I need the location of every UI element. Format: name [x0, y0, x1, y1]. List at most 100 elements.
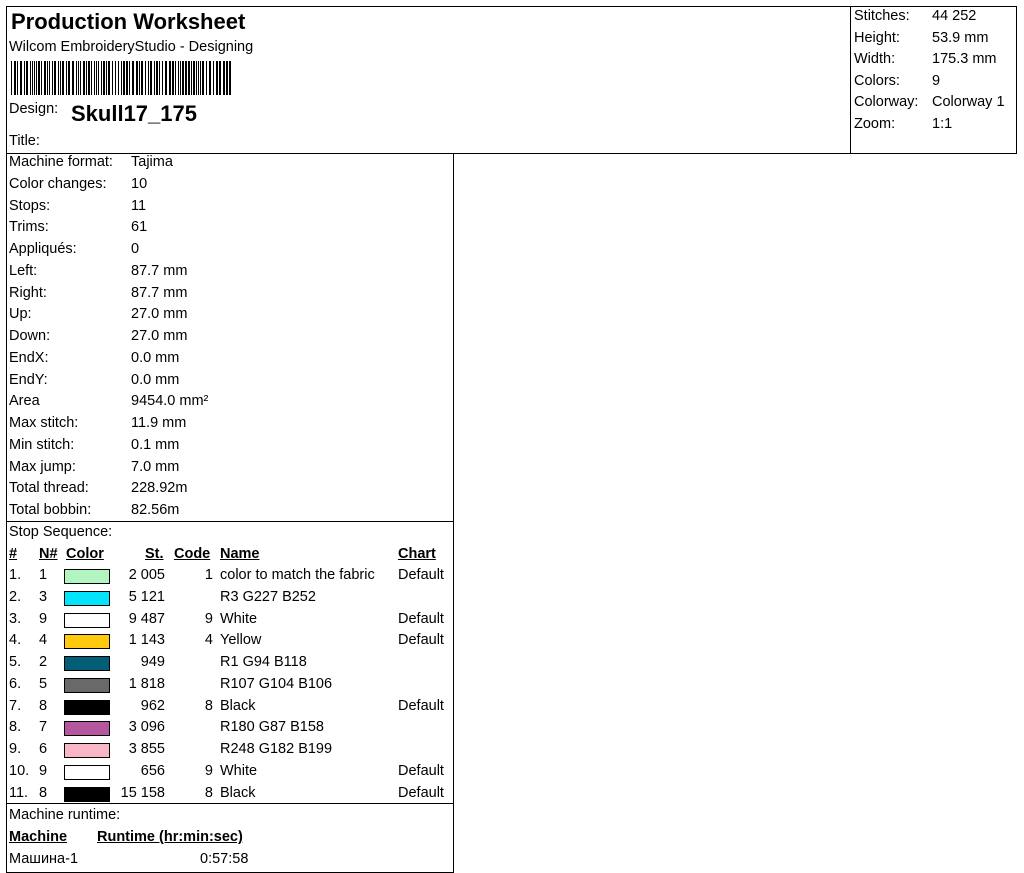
thread-name: White	[220, 762, 258, 779]
stop-index: 10.	[9, 762, 30, 779]
stat-label: Width:	[854, 51, 896, 68]
thread-name: R180 G87 B158	[220, 719, 324, 736]
barcode-bar	[213, 61, 214, 95]
stat-label: Colorway:	[854, 94, 919, 111]
property-value: 0.0 mm	[131, 371, 180, 388]
stitch-count: 15 158	[120, 784, 165, 801]
stat-value: 53.9 mm	[932, 29, 989, 46]
barcode-bar	[200, 61, 201, 95]
barcode-bar	[169, 61, 171, 95]
barcode-bar	[17, 61, 18, 95]
col-index-header: #	[9, 546, 18, 562]
color-swatch	[64, 590, 110, 606]
runtime-value: 0:57:58	[200, 851, 249, 867]
barcode-bar	[60, 61, 61, 95]
thread-name: R1 G94 B118	[220, 654, 307, 670]
barcode-bar	[226, 61, 228, 95]
thread-name: color to match the fabric	[220, 567, 375, 583]
stat-label: Height:	[854, 29, 900, 46]
col-code-header: Code	[174, 546, 211, 562]
barcode-bar	[30, 61, 31, 95]
machine-runtime-label: Machine runtime:	[9, 807, 121, 823]
property-value: 11.9 mm	[131, 415, 187, 431]
barcode-bar	[26, 61, 28, 95]
thread-code: 9	[204, 762, 213, 779]
barcode-bar	[66, 61, 67, 95]
thread-code: 4	[204, 632, 213, 649]
stitch-count: 656	[140, 762, 165, 779]
property-value: 87.7 mm	[131, 284, 188, 301]
col-needle-header: N#	[39, 546, 58, 562]
barcode-bar	[219, 61, 221, 95]
design-name: Skull17_175	[71, 101, 197, 126]
barcode-bar	[154, 61, 155, 95]
stitch-count: 962	[140, 697, 165, 714]
col-chart-header: Chart	[398, 546, 436, 562]
col-machine-header: Machine	[9, 829, 68, 845]
thread-code: 9	[204, 610, 213, 627]
barcode-bar	[38, 61, 40, 95]
color-swatch	[64, 743, 110, 758]
barcode-bar	[68, 61, 70, 95]
stitch-count: 1 818	[128, 675, 165, 692]
stop-index: 1.	[9, 567, 22, 583]
needle-number: 3	[39, 588, 48, 605]
property-label: Color changes:	[9, 175, 107, 192]
table-row: 1. 1 2 005 1 color to match the fabric Defaul…	[0, 567, 454, 587]
thread-chart: Default	[398, 762, 444, 779]
barcode-bar	[72, 61, 74, 95]
stop-index: 11.	[9, 784, 29, 801]
stat-value: 175.3 mm	[932, 51, 997, 68]
needle-number: 7	[39, 719, 48, 736]
divider	[6, 521, 454, 522]
stop-index: 3.	[9, 610, 22, 627]
barcode-bar	[136, 61, 138, 95]
table-row: 6. 5 1 818 R107 G104 B106	[0, 676, 454, 696]
barcode-bar	[54, 61, 56, 95]
property-value: 0.0 mm	[131, 349, 180, 366]
stat-value: 44 252	[932, 8, 977, 24]
stop-index: 6.	[9, 675, 22, 692]
property-label: Machine format:	[9, 154, 113, 170]
barcode-bar	[106, 61, 107, 95]
barcode-bar	[180, 61, 181, 95]
barcode-bar	[86, 61, 87, 95]
col-runtime-header: Runtime (hr:min:sec)	[97, 829, 243, 845]
color-swatch	[64, 677, 110, 693]
barcode-bar	[182, 61, 184, 95]
stat-value: Colorway 1	[932, 94, 1005, 111]
barcode-bar	[129, 61, 130, 95]
property-value: 10	[131, 175, 148, 192]
barcode-bar	[123, 61, 125, 95]
thread-name: Black	[220, 697, 256, 714]
barcode-bar	[44, 61, 46, 95]
table-row: 10. 9 656 9 White Default	[0, 763, 454, 783]
table-row: 5. 2 949 R1 G94 B118	[0, 654, 454, 674]
property-value: 0	[131, 241, 140, 257]
property-value: 9454.0 mm²	[131, 393, 209, 410]
barcode-bar	[101, 61, 102, 95]
barcode-bar	[83, 61, 85, 95]
stat-value: 9	[932, 72, 941, 89]
color-swatch	[64, 634, 110, 650]
col-color-header: Color	[66, 546, 104, 562]
barcode-bar	[62, 61, 64, 95]
color-swatch	[64, 699, 110, 715]
stop-index: 4.	[9, 632, 22, 649]
barcode-bar	[108, 61, 110, 95]
barcode-bar	[78, 61, 79, 95]
property-value: 228.92m	[131, 480, 188, 497]
table-row: 3. 9 9 487 9 White Default	[0, 611, 454, 631]
barcode-bar	[141, 61, 143, 95]
barcode-bar	[121, 61, 122, 95]
barcode-bar	[188, 61, 190, 95]
color-swatch	[64, 612, 110, 628]
property-label: EndY:	[9, 371, 48, 388]
barcode-bar	[229, 61, 231, 95]
barcode-bar	[49, 61, 50, 95]
barcode-bar	[115, 61, 116, 95]
stitch-count: 5 121	[128, 588, 165, 605]
barcode-bar	[11, 61, 12, 95]
barcode-bar	[112, 61, 113, 95]
thread-code: 1	[204, 567, 213, 583]
